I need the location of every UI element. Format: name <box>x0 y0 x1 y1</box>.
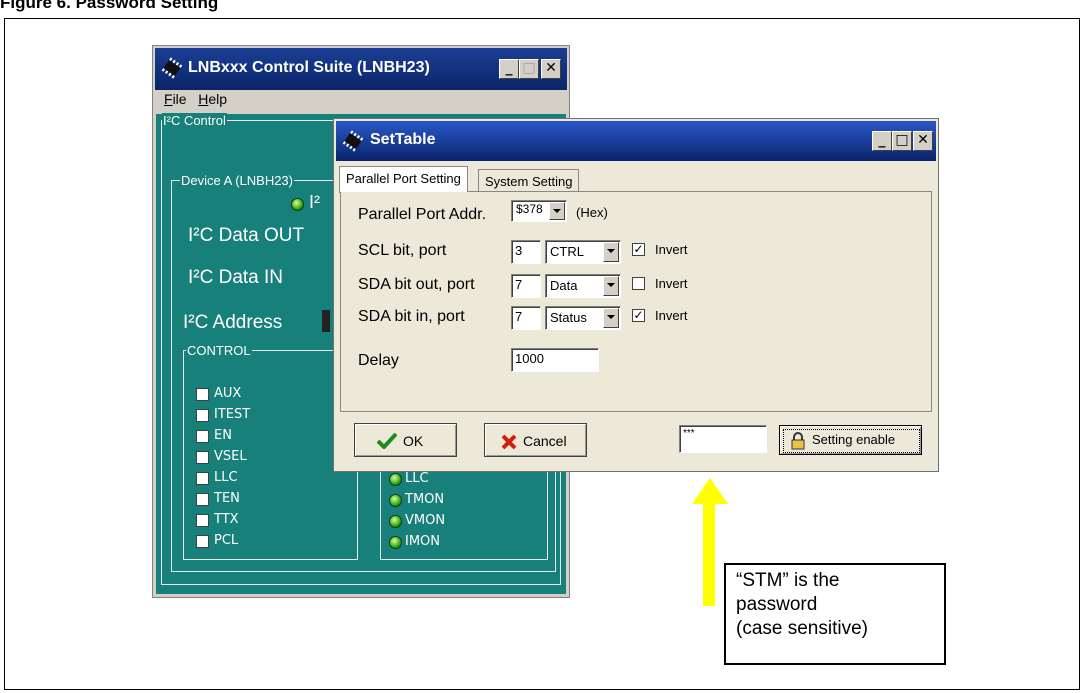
i2c-address-label: I²C Address <box>183 312 283 333</box>
led-indicator <box>291 198 304 211</box>
port-select-value: CTRL <box>550 244 584 259</box>
i2c-data-in-label: I²C Data IN <box>188 267 284 288</box>
note-line-2: password <box>736 594 818 615</box>
parallel-port-addr-value: $378 <box>516 202 543 216</box>
settable-dialog: SetTable _ □ ✕ Parallel Port Setting Sys… <box>333 118 939 472</box>
status-led-icon <box>389 473 402 486</box>
control-checkbox-label: EN <box>214 428 232 443</box>
control-checkbox[interactable] <box>196 472 209 485</box>
status-label: IMON <box>405 534 441 549</box>
control-checkbox[interactable] <box>196 451 209 464</box>
port-row-label: SDA bit out, port <box>358 276 475 293</box>
i2c-data-out-label: I²C Data OUT <box>188 225 305 246</box>
cancel-button[interactable]: Cancel <box>484 423 587 457</box>
bit-input[interactable]: 3 <box>511 240 541 264</box>
chevron-down-icon[interactable] <box>549 202 565 220</box>
dialog-minimize-button[interactable]: _ <box>872 131 892 151</box>
delay-label: Delay <box>358 352 399 369</box>
invert-label: Invert <box>655 308 688 323</box>
control-group <box>183 350 358 560</box>
parallel-port-addr-select[interactable]: $378 <box>511 200 567 222</box>
tab-system-setting[interactable]: System Setting <box>478 169 580 191</box>
control-checkbox[interactable] <box>196 409 209 422</box>
control-checkbox-label: TTX <box>214 512 239 527</box>
main-window-titlebar[interactable]: LNBxxx Control Suite (LNBH23) _ □ ✕ <box>155 48 567 90</box>
control-checkbox[interactable] <box>196 388 209 401</box>
menubar: File Help <box>164 91 227 107</box>
port-select-value: Status <box>550 310 587 325</box>
invert-checkbox[interactable]: ✓ <box>632 243 645 256</box>
port-row-label: SCL bit, port <box>358 242 447 259</box>
status-led-icon <box>389 494 402 507</box>
bit-input[interactable]: 7 <box>511 306 541 330</box>
port-select[interactable]: Data <box>545 274 621 298</box>
arrow-up-icon <box>692 478 728 504</box>
delay-input[interactable]: 1000 <box>511 348 599 372</box>
chip-icon <box>342 130 364 152</box>
setting-enable-label: Setting enable <box>812 432 896 447</box>
minimize-button[interactable]: _ <box>499 59 519 79</box>
control-checkbox-label: LLC <box>214 470 238 485</box>
control-group-label: CONTROL <box>186 343 252 358</box>
maximize-button[interactable]: □ <box>519 59 539 79</box>
close-button[interactable]: ✕ <box>541 59 561 79</box>
status-label: VMON <box>405 513 446 528</box>
menu-help[interactable]: Help <box>198 91 227 107</box>
status-led-icon <box>389 536 402 549</box>
control-checkbox[interactable] <box>196 514 209 527</box>
port-row-label: SDA bit in, port <box>358 308 465 325</box>
password-input[interactable]: *** <box>679 425 767 453</box>
device-group-label: Device A (LNBH23) <box>180 173 294 188</box>
dialog-titlebar[interactable]: SetTable _ □ ✕ <box>336 121 936 161</box>
setting-enable-button[interactable]: Setting enable <box>779 425 922 455</box>
menu-file[interactable]: File <box>164 91 187 107</box>
main-window-title: LNBxxx Control Suite (LNBH23) <box>188 59 430 76</box>
address-field[interactable] <box>322 310 330 332</box>
status-label: LLC <box>405 471 429 486</box>
port-select-value: Data <box>550 278 578 293</box>
parallel-port-panel: Parallel Port Addr. $378 (Hex) SCL bit, … <box>340 192 932 412</box>
password-note: “STM” is the password (case sensitive) <box>724 563 946 665</box>
cross-icon <box>501 434 517 450</box>
dialog-close-button[interactable]: ✕ <box>913 131 933 151</box>
lock-icon <box>791 432 805 450</box>
checkmark-icon <box>377 433 397 449</box>
i2c-partial-label: I² <box>309 192 320 212</box>
arrow-shaft <box>703 502 715 606</box>
invert-label: Invert <box>655 242 688 257</box>
control-checkbox[interactable] <box>196 535 209 548</box>
note-line-1: “STM” is the <box>736 570 840 591</box>
invert-checkbox[interactable] <box>632 277 645 290</box>
control-checkbox-label: AUX <box>214 386 242 401</box>
port-select[interactable]: CTRL <box>545 240 621 264</box>
control-checkbox[interactable] <box>196 430 209 443</box>
chevron-down-icon[interactable] <box>603 308 619 328</box>
port-select[interactable]: Status <box>545 306 621 330</box>
control-checkbox-label: ITEST <box>214 407 251 422</box>
control-checkbox-label: TEN <box>214 491 240 506</box>
chevron-down-icon[interactable] <box>603 276 619 296</box>
dialog-title: SetTable <box>370 131 436 148</box>
invert-checkbox[interactable]: ✓ <box>632 309 645 322</box>
parallel-port-addr-label: Parallel Port Addr. <box>358 206 487 223</box>
bit-input[interactable]: 7 <box>511 274 541 298</box>
ok-button[interactable]: OK <box>354 423 457 457</box>
tab-parallel-port-setting[interactable]: Parallel Port Setting <box>339 166 468 193</box>
status-label: TMON <box>405 492 445 507</box>
cancel-label: Cancel <box>523 433 567 449</box>
status-led-icon <box>389 515 402 528</box>
invert-label: Invert <box>655 276 688 291</box>
chevron-down-icon[interactable] <box>603 242 619 262</box>
note-line-3: (case sensitive) <box>736 618 868 639</box>
hex-label: (Hex) <box>576 205 608 220</box>
dialog-maximize-button[interactable]: □ <box>892 131 912 151</box>
ok-label: OK <box>403 433 424 449</box>
control-checkbox-label: PCL <box>214 533 239 548</box>
chip-icon <box>161 57 183 79</box>
i2c-control-label: I²C Control <box>162 113 227 128</box>
control-checkbox-label: VSEL <box>214 449 247 464</box>
figure-title: Figure 6. Password Setting <box>0 0 219 12</box>
control-checkbox[interactable] <box>196 493 209 506</box>
